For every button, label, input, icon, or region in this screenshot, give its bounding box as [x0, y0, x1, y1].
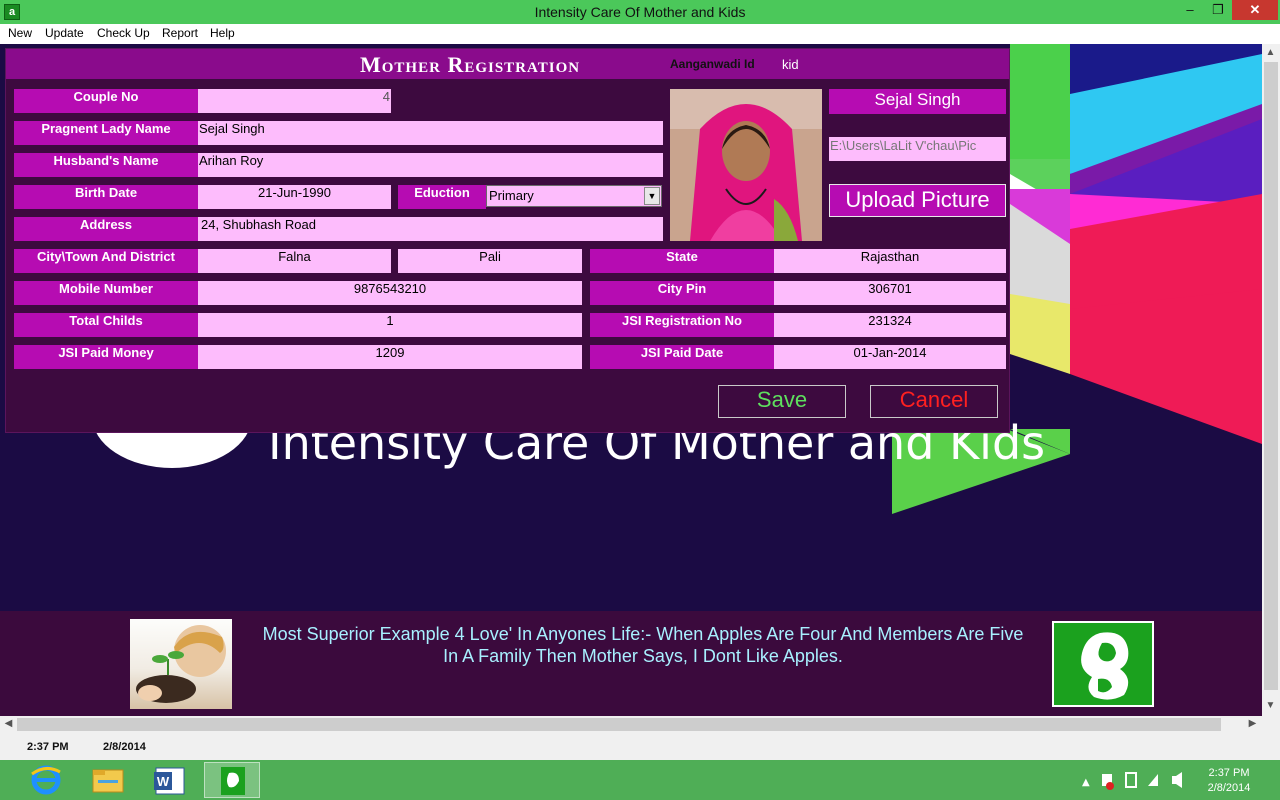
horizontal-scroll-thumb[interactable] [17, 718, 1221, 731]
scrollbar-corner [1262, 716, 1280, 733]
pregnant-lady-name-field[interactable]: Sejal Singh [198, 121, 663, 145]
file-explorer-icon[interactable] [80, 762, 136, 798]
mobile-number-label: Mobile Number [14, 281, 198, 305]
form-title: Mother Registration [360, 52, 581, 77]
jsi-registration-no-label: JSI Registration No [590, 313, 774, 337]
vertical-scroll-thumb[interactable] [1264, 62, 1278, 690]
mother-name-display: Sejal Singh [829, 89, 1006, 114]
scroll-right-icon[interactable]: ▶ [1244, 718, 1261, 729]
svg-text:▲: ▲ [1082, 777, 1090, 788]
couple-no-field[interactable]: 4 [198, 89, 391, 113]
aanganwadi-id-value: kid [782, 57, 799, 72]
education-label: Eduction [398, 185, 486, 209]
state-label: State [590, 249, 774, 273]
menu-bar: New Update Check Up Report Help [0, 24, 1280, 44]
child-with-plant-image [130, 619, 232, 709]
state-field[interactable]: Rajasthan [774, 249, 1006, 273]
menu-new[interactable]: New [8, 26, 32, 40]
city-pin-label: City Pin [590, 281, 774, 305]
jsi-paid-money-field[interactable]: 1209 [198, 345, 582, 369]
close-button[interactable]: ✕ [1232, 0, 1278, 20]
clock-date: 2/8/2014 [1207, 782, 1251, 794]
svg-text:W: W [157, 774, 170, 789]
horizontal-scrollbar[interactable]: ◀ ▶ [0, 716, 1262, 733]
birth-date-label: Birth Date [14, 185, 198, 209]
mobile-number-field[interactable]: 9876543210 [198, 281, 582, 305]
town-field[interactable]: Falna [198, 249, 391, 273]
jsi-paid-money-label: JSI Paid Money [14, 345, 198, 369]
jsi-paid-date-label: JSI Paid Date [590, 345, 774, 369]
form-header: Mother Registration Aanganwadi Id kid [6, 49, 1009, 79]
cancel-button[interactable]: Cancel [870, 385, 998, 418]
menu-report[interactable]: Report [162, 26, 198, 40]
status-time: 2:37 PM [27, 741, 69, 753]
vertical-scrollbar[interactable]: ▲ ▼ [1262, 44, 1280, 716]
photo-path-field[interactable]: E:\Users\LaLit V'chau\Pic [829, 137, 1006, 161]
husband-name-label: Husband's Name [14, 153, 198, 177]
mother-registration-form: Mother Registration Aanganwadi Id kid Co… [5, 48, 1010, 433]
pregnant-lady-name-label: Pragnent Lady Name [14, 121, 198, 145]
chevron-down-icon[interactable]: ▼ [644, 187, 660, 205]
mother-photo-graphic [670, 89, 822, 241]
mother-child-logo [1052, 621, 1154, 707]
clock-time: 2:37 PM [1208, 767, 1250, 779]
title-bar: a Intensity Care Of Mother and Kids ‒ ❐ … [0, 0, 1280, 24]
app-icon[interactable] [204, 762, 260, 798]
jsi-registration-no-field[interactable]: 231324 [774, 313, 1006, 337]
taskbar: W ▲ 2:37 PM 2/8/2014 [0, 760, 1280, 800]
scroll-left-icon[interactable]: ◀ [0, 718, 17, 729]
minimize-button[interactable]: ‒ [1176, 0, 1204, 20]
menu-check-up[interactable]: Check Up [97, 26, 150, 40]
status-date: 2/8/2014 [103, 741, 146, 753]
internet-explorer-icon[interactable] [18, 762, 74, 798]
education-value: Primary [489, 188, 534, 203]
save-button[interactable]: Save [718, 385, 846, 418]
total-childs-field[interactable]: 1 [198, 313, 582, 337]
address-field[interactable]: 24, Shubhash Road [198, 217, 663, 241]
jsi-paid-date-field[interactable]: 01-Jan-2014 [774, 345, 1006, 369]
couple-no-label: Couple No [14, 89, 198, 113]
mother-child-logo-icon [1081, 632, 1129, 700]
birth-date-field[interactable]: 21-Jun-1990 [198, 185, 391, 209]
menu-update[interactable]: Update [45, 26, 84, 40]
restore-button[interactable]: ❐ [1204, 0, 1232, 20]
status-bar: 2:37 PM 2/8/2014 [0, 733, 1280, 760]
mother-photo [670, 89, 822, 241]
upload-picture-button[interactable]: Upload Picture [829, 184, 1006, 217]
system-tray: ▲ [1082, 772, 1182, 790]
word-icon[interactable]: W [142, 762, 198, 798]
husband-name-field[interactable]: Arihan Roy [198, 153, 663, 177]
aanganwadi-id-label: Aanganwadi Id [670, 57, 755, 71]
child-image-graphic [136, 625, 226, 703]
window-title: Intensity Care Of Mother and Kids [534, 4, 746, 20]
education-select[interactable]: Primary ▼ [486, 185, 662, 207]
total-childs-label: Total Childs [14, 313, 198, 337]
address-label: Address [14, 217, 198, 241]
menu-help[interactable]: Help [210, 26, 235, 40]
taskbar-clock[interactable]: 2:37 PM 2/8/2014 [1198, 766, 1260, 796]
city-pin-field[interactable]: 306701 [774, 281, 1006, 305]
footer-band: Most Superior Example 4 Love' In Anyones… [0, 611, 1262, 716]
scroll-down-icon[interactable]: ▼ [1262, 700, 1279, 711]
city-town-district-label: City\Town And District [14, 249, 198, 273]
scroll-up-icon[interactable]: ▲ [1262, 47, 1279, 58]
footer-quote: Most Superior Example 4 Love' In Anyones… [262, 624, 1024, 666]
district-field[interactable]: Pali [398, 249, 582, 273]
